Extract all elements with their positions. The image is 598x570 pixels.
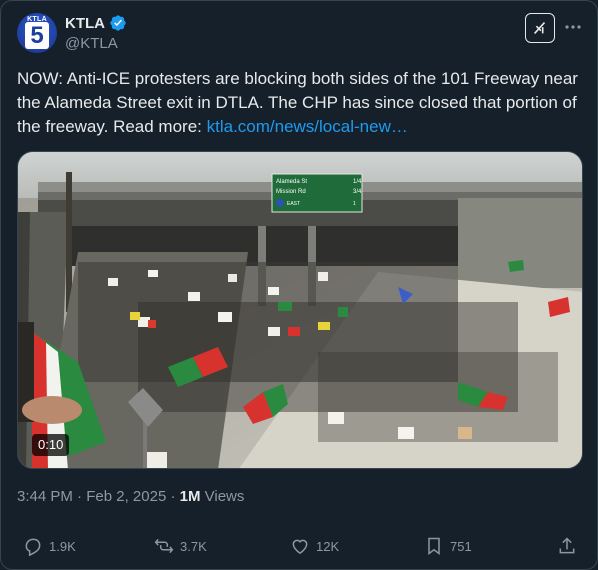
views-count: 1M (179, 488, 201, 505)
author-name-row: KTLA (65, 14, 127, 32)
tweet-link[interactable]: ktla.com/news/local-new… (207, 117, 408, 136)
like-button[interactable]: 12K (290, 536, 339, 556)
tweet-header: KTLA 5 KTLA @KTLA (17, 13, 583, 55)
video-player[interactable]: Alameda St 1/4 Mission Rd 3/4 EAST 1 0:1… (17, 151, 583, 469)
freeway-sign: Alameda St 1/4 Mission Rd 3/4 EAST 1 (271, 173, 363, 213)
action-bar: 1.9K 3.7K 12K 751 (17, 536, 581, 560)
avatar-logo-number: 5 (25, 22, 49, 49)
bookmark-button[interactable]: 751 (424, 536, 472, 556)
like-count: 12K (316, 538, 340, 554)
author-handle[interactable]: @KTLA (65, 35, 118, 52)
reply-count: 1.9K (49, 538, 76, 554)
heart-icon (292, 539, 308, 554)
reply-icon (25, 538, 41, 556)
share-icon (559, 537, 575, 554)
repost-icon (154, 538, 174, 554)
more-button[interactable] (563, 15, 583, 39)
repost-count: 3.7K (180, 538, 207, 554)
sign-number-3: 1 (353, 201, 356, 207)
sign-fraction-2: 3/4 (353, 189, 362, 195)
avatar[interactable]: KTLA 5 (17, 13, 57, 53)
author-name[interactable]: KTLA (65, 15, 105, 32)
bookmark-icon (428, 537, 440, 555)
repost-button[interactable]: 3.7K (154, 536, 207, 556)
tweet-card: KTLA 5 KTLA @KTLA NOW: Anti-ICE proteste… (0, 0, 598, 570)
tweet-text: NOW: Anti-ICE protesters are blocking bo… (17, 67, 579, 139)
sign-line-1: Alameda St (276, 179, 307, 185)
reply-button[interactable]: 1.9K (23, 536, 76, 556)
tweet-meta: 3:44 PM · Feb 2, 2025 · 1M Views (17, 488, 244, 505)
sign-line-2: Mission Rd (276, 189, 306, 195)
route-shield-icon (276, 199, 284, 207)
share-button[interactable] (557, 536, 577, 556)
sign-fraction-1: 1/4 (353, 179, 362, 185)
views-label: Views (200, 488, 245, 505)
video-duration: 0:10 (32, 434, 70, 456)
tweet-time[interactable]: 3:44 PM (17, 488, 73, 505)
meta-separator-2: · (166, 488, 180, 505)
video-frame: Alameda St 1/4 Mission Rd 3/4 EAST 1 (18, 152, 582, 468)
grok-button[interactable] (525, 13, 555, 43)
grok-icon (534, 22, 546, 34)
bookmark-count: 751 (450, 538, 472, 554)
meta-separator: · (72, 488, 87, 505)
verified-badge-icon (110, 15, 126, 31)
more-dots-icon (565, 25, 581, 29)
tweet-date[interactable]: Feb 2, 2025 (86, 488, 166, 505)
sign-line-3: EAST (287, 201, 300, 207)
